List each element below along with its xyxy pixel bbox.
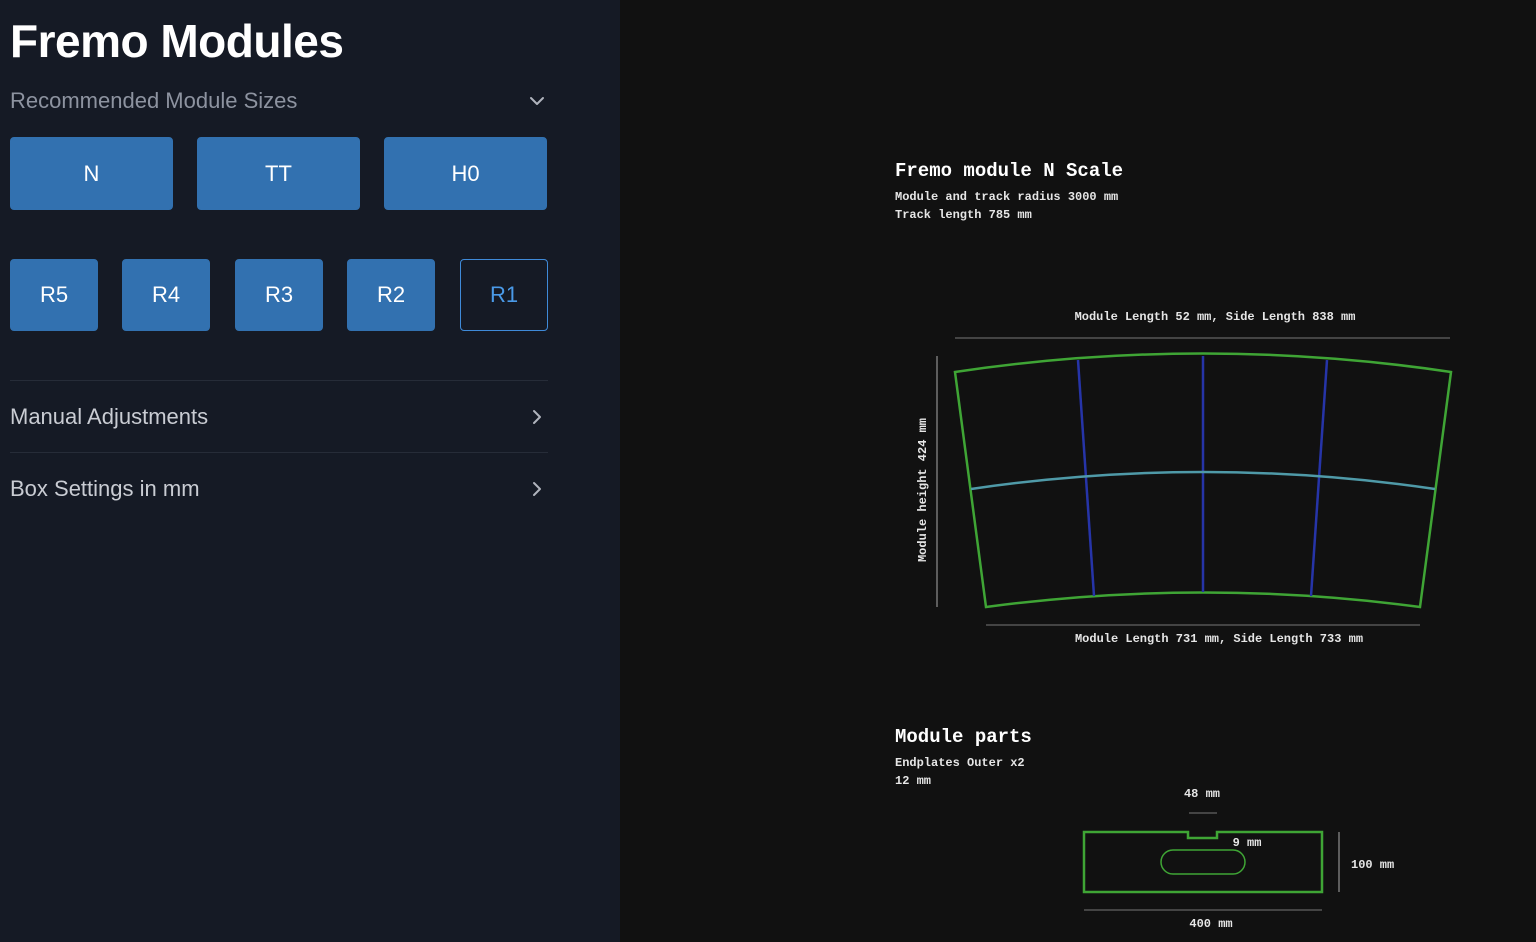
- radius-r5-button[interactable]: R5: [10, 259, 98, 331]
- height-dimension-label: Module height 424 mm: [916, 418, 930, 562]
- scale-h0-button[interactable]: H0: [384, 137, 547, 210]
- endplate-slot: [1160, 849, 1246, 875]
- drawing-canvas: Fremo module N Scale Module and track ra…: [620, 0, 1536, 942]
- radius-r2-button[interactable]: R2: [347, 259, 435, 331]
- recommended-sizes-header[interactable]: Recommended Module Sizes: [10, 86, 548, 116]
- divider: [10, 380, 548, 381]
- chevron-right-icon: [526, 406, 548, 428]
- radius-r4-button[interactable]: R4: [122, 259, 210, 331]
- sidebar: Fremo Modules Recommended Module Sizes N…: [0, 0, 620, 942]
- endplate-outline: [1082, 830, 1324, 894]
- box-settings-header[interactable]: Box Settings in mm: [10, 469, 548, 509]
- manual-adjustments-header[interactable]: Manual Adjustments: [10, 397, 548, 437]
- chevron-right-icon: [526, 478, 548, 500]
- part-width-bottom-label: 400 mm: [1189, 917, 1232, 931]
- part-slot-label: 9 mm: [1233, 836, 1262, 850]
- divider: [10, 452, 548, 453]
- recommended-sizes-label: Recommended Module Sizes: [10, 88, 298, 113]
- app-title: Fremo Modules: [10, 15, 344, 67]
- part-width-top-label: 48 mm: [1184, 787, 1220, 801]
- radius-r3-button[interactable]: R3: [235, 259, 323, 331]
- parts-subtitle-line: Endplates Outer x2: [895, 756, 1025, 770]
- radial-line: [1309, 359, 1329, 597]
- part-height-label: 100 mm: [1351, 858, 1394, 872]
- bottom-dimension-label: Module Length 731 mm, Side Length 733 mm: [1075, 632, 1363, 646]
- chevron-down-icon: [526, 90, 548, 112]
- top-dimension-label: Module Length 52 mm, Side Length 838 mm: [1075, 310, 1356, 324]
- module-drawing: Module Length 52 mm, Side Length 838 mm …: [916, 310, 1453, 931]
- radius-r1-button[interactable]: R1: [460, 259, 548, 331]
- box-settings-label: Box Settings in mm: [10, 476, 200, 501]
- manual-adjustments-label: Manual Adjustments: [10, 404, 209, 429]
- parts-subtitle-line: 12 mm: [895, 774, 932, 788]
- scale-n-button[interactable]: N: [10, 137, 173, 210]
- parts-subtitle: Endplates Outer x2 12 mm: [895, 754, 1025, 790]
- parts-title: Module parts: [895, 726, 1032, 748]
- scale-tt-button[interactable]: TT: [197, 137, 360, 210]
